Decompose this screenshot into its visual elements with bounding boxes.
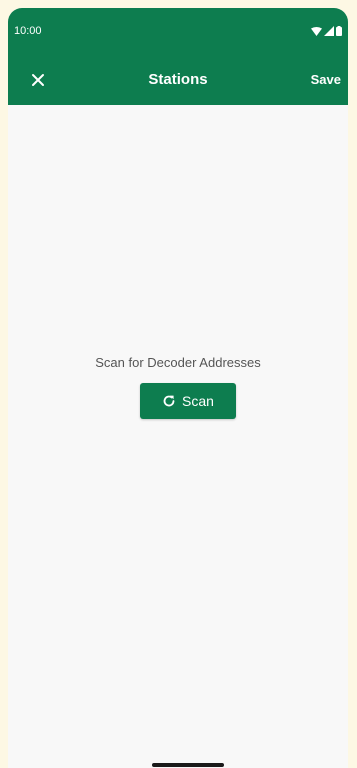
phone-screen: 10:00 Stations Save Scan for Decoder Add…: [8, 8, 348, 768]
wifi-icon: [311, 26, 322, 36]
save-button[interactable]: Save: [311, 72, 341, 87]
refresh-icon: [163, 395, 175, 407]
scan-caption: Scan for Decoder Addresses: [95, 355, 261, 370]
main-content: Scan for Decoder Addresses Scan: [8, 105, 348, 768]
battery-icon: [336, 26, 342, 36]
scan-button-label: Scan: [182, 393, 214, 409]
page-title: Stations: [148, 71, 208, 88]
scan-button[interactable]: Scan: [140, 383, 236, 419]
status-icons: [311, 25, 342, 37]
status-time: 10:00: [14, 25, 42, 37]
home-indicator[interactable]: [152, 763, 224, 767]
app-bar: 10:00 Stations Save: [8, 8, 348, 105]
cellular-signal-icon: [324, 26, 334, 36]
close-icon: [32, 74, 44, 86]
close-button[interactable]: [28, 70, 48, 90]
